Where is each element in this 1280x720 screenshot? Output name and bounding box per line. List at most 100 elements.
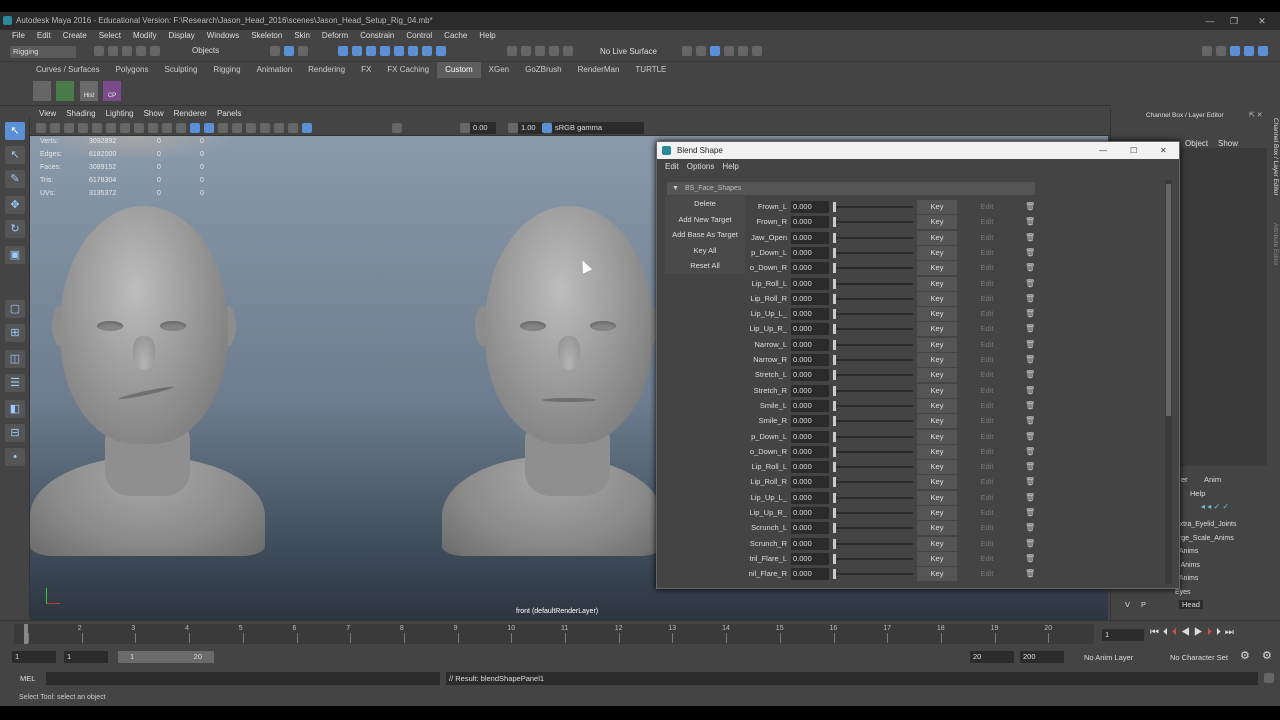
snap-surface-icon[interactable]: [563, 46, 573, 56]
target-weight-field[interactable]: 0.000: [791, 308, 829, 321]
anti-alias-icon[interactable]: [288, 123, 298, 133]
shelf-tab-fx[interactable]: FX: [353, 62, 379, 78]
layer-tab-anim[interactable]: Anim: [1204, 475, 1221, 484]
edit-button[interactable]: Edit: [967, 491, 1007, 505]
edit-button[interactable]: Edit: [967, 246, 1007, 260]
character-set-dropdown[interactable]: No Character Set: [1170, 653, 1228, 662]
current-time-marker[interactable]: [24, 624, 28, 644]
slider-handle[interactable]: [833, 278, 836, 289]
edit-button[interactable]: Edit: [967, 231, 1007, 245]
save-scene-icon[interactable]: [122, 46, 132, 56]
trash-icon[interactable]: 🗑: [1025, 415, 1035, 426]
slider-handle[interactable]: [833, 492, 836, 503]
edit-button[interactable]: Edit: [967, 307, 1007, 321]
slider-handle[interactable]: [833, 263, 836, 274]
persp-graph-layout-icon[interactable]: ⊟: [5, 424, 25, 442]
target-weight-slider[interactable]: [833, 328, 913, 331]
xray-icon[interactable]: [302, 123, 312, 133]
menu-create[interactable]: Create: [57, 30, 93, 42]
slider-handle[interactable]: [833, 431, 836, 442]
auto-key-icon[interactable]: ⚙: [1240, 649, 1250, 662]
trash-icon[interactable]: 🗑: [1025, 461, 1035, 472]
shelf-tab-turtle[interactable]: TURTLE: [627, 62, 674, 78]
target-weight-field[interactable]: 0.000: [791, 231, 829, 244]
target-weight-slider[interactable]: [833, 236, 913, 239]
shelf-tab-curves-surfaces[interactable]: Curves / Surfaces: [28, 62, 108, 78]
edit-button[interactable]: Edit: [967, 537, 1007, 551]
layer-item[interactable]: arge_Scale_Anims: [1175, 532, 1255, 546]
attribute-editor-toggle-icon[interactable]: [1230, 46, 1240, 56]
lasso-tool-icon[interactable]: ↖: [5, 146, 25, 164]
timeline-track[interactable]: [14, 624, 1094, 644]
slider-handle[interactable]: [833, 293, 836, 304]
step-forward-key-icon[interactable]: ⏵: [1207, 627, 1216, 638]
move-tool-icon[interactable]: ✥: [5, 196, 25, 214]
trash-icon[interactable]: 🗑: [1025, 400, 1035, 411]
play-back-icon[interactable]: ◀: [1181, 627, 1194, 638]
target-name[interactable]: Smile_R: [749, 414, 787, 428]
target-weight-slider[interactable]: [833, 267, 913, 270]
preferences-icon[interactable]: ⚙: [1262, 649, 1272, 662]
target-weight-field[interactable]: 0.000: [791, 507, 829, 519]
shelf-tab-polygons[interactable]: Polygons: [108, 62, 157, 78]
target-name[interactable]: nil_Flare_R: [749, 567, 787, 581]
viewport-menu-shading[interactable]: Shading: [61, 108, 100, 120]
mask-surfaces-icon[interactable]: [380, 46, 390, 56]
slider-handle[interactable]: [833, 523, 836, 534]
graph-layout-icon[interactable]: ◧: [5, 400, 25, 418]
wireframe-icon[interactable]: [190, 123, 200, 133]
safe-action-icon[interactable]: [162, 123, 172, 133]
trash-icon[interactable]: 🗑: [1025, 522, 1035, 533]
hypershade-icon[interactable]: [738, 46, 748, 56]
slider-handle[interactable]: [833, 446, 836, 457]
menu-constrain[interactable]: Constrain: [354, 30, 400, 42]
target-name[interactable]: tril_Flare_L: [749, 552, 787, 566]
target-weight-field[interactable]: 0.000: [791, 201, 829, 213]
blend-shape-menu-edit[interactable]: Edit: [661, 159, 683, 174]
light-editor-icon[interactable]: [752, 46, 762, 56]
blend-shape-menu-options[interactable]: Options: [683, 159, 719, 174]
edit-button[interactable]: Edit: [967, 521, 1007, 535]
edit-button[interactable]: Edit: [967, 399, 1007, 413]
target-name[interactable]: _Lip_Up_R: [749, 322, 787, 336]
menu-select[interactable]: Select: [93, 30, 127, 42]
key-button[interactable]: Key: [917, 506, 957, 520]
layer-item[interactable]: Eyes: [1175, 586, 1255, 600]
layer-playback-toggle[interactable]: P: [1141, 600, 1146, 609]
edit-button[interactable]: Edit: [967, 292, 1007, 306]
edit-button[interactable]: Edit: [967, 368, 1007, 382]
target-weight-slider[interactable]: [833, 297, 913, 300]
dialog-scrollbar[interactable]: [1165, 180, 1172, 584]
target-weight-slider[interactable]: [833, 206, 913, 208]
range-bar[interactable]: 1 20: [118, 651, 214, 663]
edit-button[interactable]: Edit: [967, 261, 1007, 275]
slider-handle[interactable]: [833, 355, 836, 365]
target-weight-slider[interactable]: [833, 573, 913, 576]
mask-curves-icon[interactable]: [366, 46, 376, 56]
key-button[interactable]: Key: [917, 521, 957, 536]
target-name[interactable]: Smile_L: [749, 399, 787, 413]
trash-icon[interactable]: 🗑: [1025, 553, 1035, 564]
viewport-menu-panels[interactable]: Panels: [212, 108, 246, 120]
add-new-target-button[interactable]: Add New Target: [665, 212, 745, 228]
edit-button[interactable]: Edit: [967, 338, 1007, 352]
target-weight-slider[interactable]: [833, 374, 913, 377]
target-weight-field[interactable]: 0.000: [791, 399, 829, 412]
target-weight-slider[interactable]: [833, 359, 913, 361]
edit-button[interactable]: Edit: [967, 353, 1007, 367]
key-all-button[interactable]: Key All: [665, 243, 745, 259]
gate-mask-icon[interactable]: [134, 123, 144, 133]
target-name[interactable]: Stretch_L: [749, 368, 787, 382]
snap-point-icon[interactable]: [535, 46, 545, 56]
reset-all-button[interactable]: Reset All: [665, 258, 745, 274]
redo-icon[interactable]: [150, 46, 160, 56]
slider-handle[interactable]: [833, 217, 836, 228]
four-pane-layout-icon[interactable]: ⊞: [5, 324, 25, 342]
layer-menu-help[interactable]: Help: [1190, 489, 1205, 498]
edit-button[interactable]: Edit: [967, 384, 1007, 398]
layer-item[interactable]: Extra_Eyelid_Joints: [1175, 518, 1255, 532]
target-name[interactable]: Scrunch_R: [749, 537, 787, 551]
command-input[interactable]: [46, 672, 440, 685]
character-controls-icon[interactable]: [1216, 46, 1226, 56]
trash-icon[interactable]: 🗑: [1025, 568, 1035, 579]
